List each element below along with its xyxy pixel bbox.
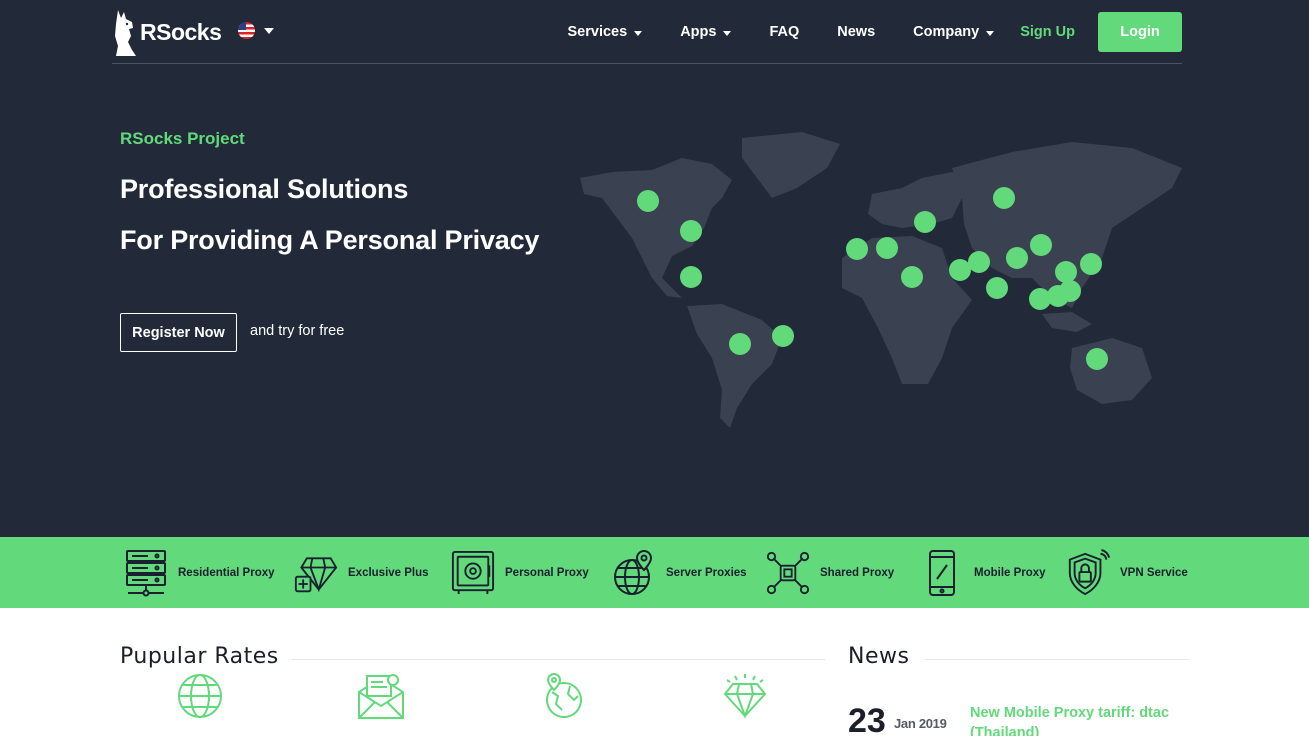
location-dot <box>876 237 898 259</box>
location-dot <box>680 266 702 288</box>
nav-services-label: Services <box>567 24 628 40</box>
envelope-icon[interactable] <box>357 672 405 720</box>
nav-company-label: Company <box>913 24 980 40</box>
shield-lock-icon <box>1068 548 1110 595</box>
popular-rates-title: Pupular Rates <box>120 644 279 669</box>
service-residential-proxy[interactable]: Residential Proxy <box>124 537 275 608</box>
logo-text: RSocks <box>140 18 222 45</box>
diamond-icon[interactable] <box>721 672 769 720</box>
server-rack-icon <box>126 549 166 596</box>
service-label: Mobile Proxy <box>974 566 1046 579</box>
safe-icon <box>451 550 495 594</box>
chevron-down-icon <box>634 30 643 36</box>
location-dot <box>1080 253 1102 275</box>
location-dot <box>1030 234 1052 256</box>
location-dot <box>1006 247 1028 269</box>
news-title: News <box>848 644 910 669</box>
service-label: Exclusive Plus <box>348 566 429 579</box>
register-note: and try for free <box>250 323 345 339</box>
location-dot <box>729 333 751 355</box>
location-dot <box>901 266 923 288</box>
service-label: Server Proxies <box>666 566 747 579</box>
register-button[interactable]: Register Now <box>120 313 237 352</box>
service-shared-proxy[interactable]: Shared Proxy <box>766 537 894 608</box>
news-divider <box>925 659 1189 660</box>
location-dot <box>1055 261 1077 283</box>
news-headline-link[interactable]: New Mobile Proxy tariff: dtac (Thailand) <box>970 703 1170 736</box>
location-dot <box>986 277 1008 299</box>
service-vpn-service[interactable]: VPN Service <box>1066 537 1188 608</box>
location-dot <box>846 238 868 260</box>
location-dot <box>968 251 990 273</box>
service-exclusive-plus[interactable]: Exclusive Plus <box>294 537 429 608</box>
main-menu: Services Apps FAQ News Company Sign Up L… <box>568 12 1182 52</box>
location-dot <box>680 220 702 242</box>
top-navigation: RSocks Services Apps FAQ News Company Si… <box>112 0 1182 64</box>
nav-news[interactable]: News <box>837 24 875 40</box>
hero-section: RSocks Services Apps FAQ News Company Si… <box>0 0 1309 537</box>
location-dot <box>772 325 794 347</box>
service-label: VPN Service <box>1120 566 1188 579</box>
news-date-month: Jan 2019 <box>894 716 947 731</box>
nav-company[interactable]: Company <box>913 24 995 40</box>
nav-services[interactable]: Services <box>568 24 643 40</box>
service-label: Personal Proxy <box>505 566 589 579</box>
wolf-logo-icon <box>115 10 136 56</box>
world-map <box>580 132 1182 428</box>
nav-apps[interactable]: Apps <box>680 24 732 40</box>
services-bar: Residential Proxy Exclusive Plus Persona… <box>0 537 1309 608</box>
news-date-day: 23 <box>848 702 886 736</box>
service-personal-proxy[interactable]: Personal Proxy <box>451 537 589 608</box>
chip-network-icon <box>766 551 810 594</box>
location-dot <box>993 187 1015 209</box>
signup-link[interactable]: Sign Up <box>1020 24 1075 40</box>
location-dot <box>1059 280 1081 302</box>
language-selector[interactable] <box>238 22 274 39</box>
popular-rates-divider <box>292 659 825 660</box>
globe-pin-icon <box>614 549 653 595</box>
chevron-down-icon <box>986 30 995 36</box>
location-dot <box>949 259 971 281</box>
login-button[interactable]: Login <box>1098 12 1182 52</box>
mobile-phone-icon <box>929 549 955 596</box>
globe-icon[interactable] <box>176 672 224 720</box>
logo[interactable]: RSocks <box>112 6 222 58</box>
service-mobile-proxy[interactable]: Mobile Proxy <box>920 537 1046 608</box>
hero-title-line1: Professional Solutions <box>120 174 409 204</box>
nav-faq[interactable]: FAQ <box>769 24 799 40</box>
nav-apps-label: Apps <box>680 24 717 40</box>
service-label: Residential Proxy <box>178 566 275 579</box>
location-dot <box>914 211 936 233</box>
hero-title-line2: For Providing A Personal Privacy <box>120 225 540 255</box>
location-dot <box>1086 348 1108 370</box>
service-label: Shared Proxy <box>820 566 895 579</box>
location-dot <box>637 190 659 212</box>
us-flag-icon <box>238 22 255 39</box>
hero-label: RSocks Project <box>120 129 245 148</box>
service-server-proxies[interactable]: Server Proxies <box>612 537 747 608</box>
earth-pin-icon[interactable] <box>540 672 588 720</box>
chevron-down-icon <box>723 30 732 36</box>
diamond-plus-icon <box>294 556 338 592</box>
chevron-down-icon <box>264 27 274 34</box>
